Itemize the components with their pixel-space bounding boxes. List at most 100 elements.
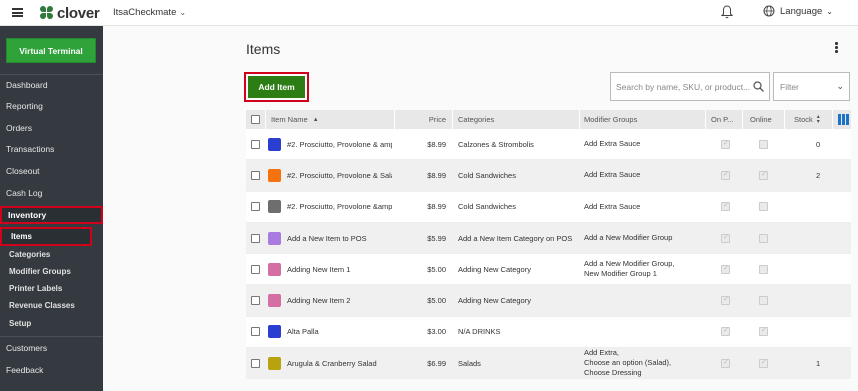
row-checkbox[interactable] (251, 358, 260, 368)
table-row[interactable]: Adding New Item 2 $5.00 Adding New Categor… (246, 285, 851, 317)
item-name[interactable]: #2. Prosciutto, Provolone &amp (287, 192, 392, 222)
sidebar-item-modifier-groups[interactable]: Modifier Groups (0, 263, 103, 279)
item-price: $6.99 (427, 358, 446, 368)
sidebar-item-customers[interactable]: Customers (0, 340, 103, 356)
add-item-button[interactable]: Add Item (248, 76, 305, 98)
sidebar-item-dashboard[interactable]: Dashboard (0, 77, 103, 93)
item-color-swatch (268, 262, 281, 276)
chevron-down-icon: ⌄ (179, 8, 187, 17)
modifier-group-text: Add Extra, (584, 348, 620, 358)
item-category: N/A DRINKS (458, 327, 501, 337)
sidebar-item-categories[interactable]: Categories (0, 246, 103, 262)
row-checkbox[interactable] (251, 327, 260, 337)
on-pos-checkbox (721, 170, 730, 180)
column-settings-icon[interactable] (838, 114, 849, 125)
on-pos-checkbox (721, 201, 730, 212)
table-row[interactable]: Arugula & Cranberry Salad $6.99 Salads Add … (246, 348, 851, 380)
item-color-swatch (268, 200, 281, 214)
select-all-checkbox[interactable] (251, 115, 260, 124)
row-checkbox[interactable] (251, 170, 260, 180)
item-category: Adding New Category (458, 296, 531, 306)
add-item-highlight: Add Item (244, 72, 309, 102)
item-name[interactable]: #2. Prosciutto, Provolone & Sala (287, 160, 392, 190)
merchant-selector[interactable]: ItsaCheckmate ⌄ (113, 7, 186, 18)
search-icon[interactable] (753, 81, 764, 92)
item-name[interactable]: Adding New Item 1 (287, 254, 392, 284)
table-row[interactable]: Add a New Item to POS $5.99 Add a New Item… (246, 222, 851, 255)
column-header-online[interactable]: Online (750, 110, 772, 129)
item-name[interactable]: Arugula & Cranberry Salad (287, 348, 392, 378)
item-stock: 0 (816, 139, 821, 149)
sidebar-item-closeout[interactable]: Closeout (0, 163, 103, 179)
top-bar: clover ItsaCheckmate ⌄ Language ⌄ (0, 0, 858, 26)
item-name[interactable]: Adding New Item 2 (287, 285, 392, 315)
item-name[interactable]: #2. Prosciutto, Provolone & amp (287, 129, 392, 159)
item-category: Cold Sandwiches (458, 202, 516, 212)
sidebar-item-transactions[interactable]: Transactions (0, 141, 103, 157)
item-price: $3.00 (427, 327, 446, 337)
item-color-swatch (268, 168, 281, 182)
column-header-item-name[interactable]: Item Name ▲ (271, 110, 319, 129)
filter-label: Filter (780, 81, 799, 92)
bell-icon[interactable] (721, 5, 733, 19)
item-color-swatch (268, 137, 281, 151)
modifier-group-text: Choose Dressing (584, 368, 642, 378)
sidebar-item-orders[interactable]: Orders (0, 120, 103, 136)
on-pos-checkbox (721, 139, 730, 149)
column-header-on-pos[interactable]: On P... (711, 110, 733, 129)
sort-ascending-icon: ▲ (312, 116, 319, 123)
modifier-group-text: New Modifier Group 1 (584, 269, 657, 279)
item-modifier-groups: Add Extra Sauce (584, 192, 640, 222)
column-header-price[interactable]: Price (401, 110, 446, 129)
item-name[interactable]: Alta Palla (287, 317, 392, 347)
column-header-categories[interactable]: Categories (458, 110, 494, 129)
filter-select[interactable]: Filter ⌄ (773, 72, 850, 101)
online-checkbox (759, 139, 768, 149)
sidebar-item-cash-log[interactable]: Cash Log (0, 185, 103, 201)
table-row[interactable]: #2. Prosciutto, Provolone &amp $8.99 Cold … (246, 191, 851, 223)
item-modifier-groups: Add Extra Sauce (584, 160, 640, 190)
column-header-modifier-groups[interactable]: Modifier Groups (584, 110, 637, 129)
logo-text: clover (57, 4, 100, 22)
on-pos-checkbox (721, 295, 730, 306)
on-pos-checkbox (721, 326, 730, 337)
row-checkbox[interactable] (251, 264, 260, 274)
more-options-icon[interactable] (835, 42, 839, 54)
modifier-group-text: Add a New Modifier Group (584, 233, 673, 243)
row-checkbox[interactable] (251, 139, 260, 149)
column-header-stock[interactable]: Stock ▴ ▾ (794, 110, 820, 129)
row-checkbox[interactable] (251, 296, 260, 306)
sidebar-item-items[interactable]: Items (0, 227, 92, 246)
online-checkbox (759, 202, 768, 212)
sidebar-item-feedback[interactable]: Feedback (0, 362, 103, 378)
sidebar-item-reporting[interactable]: Reporting (0, 98, 103, 114)
column-label: Price (428, 115, 446, 124)
language-selector[interactable]: Language ⌄ (763, 5, 833, 17)
search-input[interactable]: Search by name, SKU, or product... (610, 72, 770, 101)
clover-logo[interactable]: clover (40, 4, 100, 22)
item-category: Adding New Category (458, 264, 531, 274)
hamburger-menu-icon[interactable] (12, 8, 23, 17)
virtual-terminal-button[interactable]: Virtual Terminal (6, 38, 96, 63)
items-table: Item Name ▲ Price Categories Modifier Gr… (246, 110, 851, 380)
sidebar-item-printer-labels[interactable]: Printer Labels (0, 280, 103, 296)
item-price: $8.99 (427, 139, 446, 149)
sidebar-item-setup[interactable]: Setup (0, 315, 103, 331)
item-color-swatch (268, 356, 281, 370)
table-row[interactable]: #2. Prosciutto, Provolone & amp $8.99 Calz… (246, 129, 851, 161)
clover-leaf-icon (40, 6, 54, 20)
table-row[interactable]: Adding New Item 1 $5.00 Adding New Categor… (246, 254, 851, 286)
sidebar-item-revenue-classes[interactable]: Revenue Classes (0, 297, 103, 313)
table-row[interactable]: Alta Palla $3.00 N/A DRINKS (246, 316, 851, 349)
page-title: Items (246, 41, 281, 57)
modifier-group-text: Add a New Modifier Group, (584, 259, 675, 269)
modifier-group-text: Add Extra Sauce (584, 201, 641, 211)
search-placeholder: Search by name, SKU, or product... (616, 81, 751, 92)
table-row[interactable]: #2. Prosciutto, Provolone & Sala $8.99 Col… (246, 160, 851, 192)
item-name[interactable]: Add a New Item to POS (287, 223, 392, 253)
sidebar-item-inventory[interactable]: Inventory (0, 206, 103, 224)
item-color-swatch (268, 294, 281, 308)
item-price: $5.99 (427, 233, 446, 243)
row-checkbox[interactable] (251, 202, 260, 212)
row-checkbox[interactable] (251, 233, 260, 243)
